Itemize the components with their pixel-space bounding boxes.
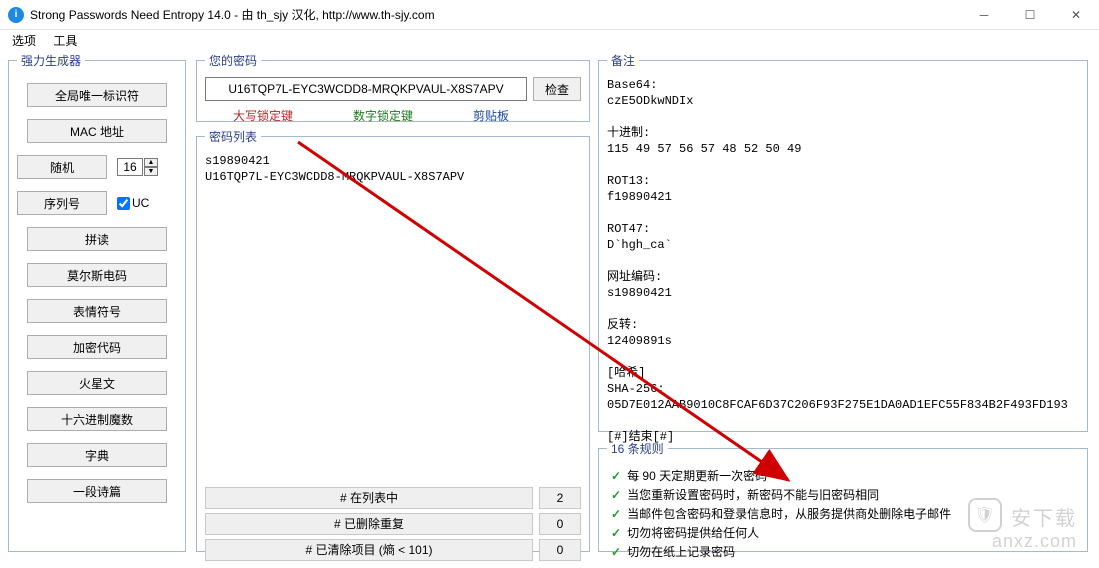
- uc-checkbox[interactable]: UC: [117, 196, 149, 210]
- maximize-button[interactable]: ☐: [1007, 0, 1053, 29]
- password-list-content[interactable]: s19890421 U16TQP7L-EYC3WCDD8-MRQKPVAUL-X…: [205, 153, 581, 483]
- check-icon: ✓: [611, 467, 621, 486]
- notes-content[interactable]: Base64: czE5ODkwNDIx 十进制: 115 49 57 56 5…: [607, 77, 1079, 445]
- password-list-legend: 密码列表: [205, 128, 261, 145]
- length-input[interactable]: [117, 158, 143, 176]
- gen-button-6[interactable]: 表情符号: [27, 299, 167, 323]
- rules-legend: 16 条规则: [607, 440, 668, 457]
- length-spinner[interactable]: ▲▼: [117, 158, 158, 176]
- password-input[interactable]: [205, 77, 527, 101]
- uc-checkbox-input[interactable]: [117, 197, 130, 210]
- stat-label-0: # 在列表中: [205, 487, 533, 509]
- numlock-indicator: 数字锁定键: [353, 107, 413, 124]
- stat-label-1: # 已删除重复: [205, 513, 533, 535]
- menu-options[interactable]: 选项: [12, 34, 36, 48]
- stat-value-0: 2: [539, 487, 581, 509]
- window-controls: ─ ☐ ✕: [961, 0, 1099, 29]
- check-button[interactable]: 检查: [533, 77, 581, 101]
- rule-text-3: 切勿将密码提供给任何人: [627, 524, 759, 543]
- close-button[interactable]: ✕: [1053, 0, 1099, 29]
- menu-bar: 选项 工具: [0, 30, 1099, 53]
- gen-button-4[interactable]: 拼读: [27, 227, 167, 251]
- gen-button-5[interactable]: 莫尔斯电码: [27, 263, 167, 287]
- your-password-panel: 您的密码 检查 大写锁定键 数字锁定键 剪贴板: [196, 52, 590, 122]
- spinner-up-icon[interactable]: ▲: [144, 158, 158, 167]
- your-password-legend: 您的密码: [205, 52, 261, 69]
- check-icon: ✓: [611, 524, 621, 543]
- generator-legend: 强力生成器: [17, 52, 85, 69]
- rule-item-3: ✓ 切勿将密码提供给任何人: [611, 524, 1075, 543]
- spinner-down-icon[interactable]: ▼: [144, 167, 158, 176]
- title-bar: i Strong Passwords Need Entropy 14.0 - 由…: [0, 0, 1099, 30]
- app-icon: i: [8, 7, 24, 23]
- stat-label-2: # 已清除项目 (熵 < 101): [205, 539, 533, 561]
- gen-button-9[interactable]: 十六进制魔数: [27, 407, 167, 431]
- rule-item-4: ✓ 切勿在纸上记录密码: [611, 543, 1075, 562]
- gen-button-0[interactable]: 全局唯一标识符: [27, 83, 167, 107]
- rule-item-2: ✓ 当邮件包含密码和登录信息时，从服务提供商处删除电子邮件: [611, 505, 1075, 524]
- notes-panel: 备注 Base64: czE5ODkwNDIx 十进制: 115 49 57 5…: [598, 52, 1088, 432]
- gen-button-1[interactable]: MAC 地址: [27, 119, 167, 143]
- gen-button-8[interactable]: 火星文: [27, 371, 167, 395]
- window-title: Strong Passwords Need Entropy 14.0 - 由 t…: [30, 6, 435, 23]
- lock-indicators: 大写锁定键 数字锁定键 剪贴板: [205, 107, 581, 124]
- rules-panel: 16 条规则 ✓ 每 90 天定期更新一次密码 ✓ 当您重新设置密码时，新密码不能与旧…: [598, 440, 1088, 552]
- uc-label: UC: [132, 196, 149, 210]
- rule-item-1: ✓ 当您重新设置密码时，新密码不能与旧密码相同: [611, 486, 1075, 505]
- minimize-button[interactable]: ─: [961, 0, 1007, 29]
- gen-random-button[interactable]: 随机: [17, 155, 107, 179]
- clipboard-indicator: 剪贴板: [473, 107, 509, 124]
- stat-value-1: 0: [539, 513, 581, 535]
- check-icon: ✓: [611, 543, 621, 562]
- capslock-indicator: 大写锁定键: [233, 107, 293, 124]
- rules-list: ✓ 每 90 天定期更新一次密码 ✓ 当您重新设置密码时，新密码不能与旧密码相同 ✓ 当邮…: [607, 465, 1079, 564]
- rule-text-0: 每 90 天定期更新一次密码: [627, 467, 767, 486]
- gen-serial-button[interactable]: 序列号: [17, 191, 107, 215]
- rule-item-0: ✓ 每 90 天定期更新一次密码: [611, 467, 1075, 486]
- workspace: 强力生成器 全局唯一标识符 MAC 地址随机 ▲▼ 序列号 UC 拼读莫尔斯电码表情符号加…: [8, 52, 1091, 558]
- rule-text-2: 当邮件包含密码和登录信息时，从服务提供商处删除电子邮件: [627, 505, 951, 524]
- generator-panel: 强力生成器 全局唯一标识符 MAC 地址随机 ▲▼ 序列号 UC 拼读莫尔斯电码表情符号加…: [8, 52, 186, 552]
- rule-text-1: 当您重新设置密码时，新密码不能与旧密码相同: [627, 486, 879, 505]
- gen-button-7[interactable]: 加密代码: [27, 335, 167, 359]
- gen-button-10[interactable]: 字典: [27, 443, 167, 467]
- check-icon: ✓: [611, 505, 621, 524]
- rule-text-4: 切勿在纸上记录密码: [627, 543, 735, 562]
- gen-button-11[interactable]: 一段诗篇: [27, 479, 167, 503]
- check-icon: ✓: [611, 486, 621, 505]
- password-list-panel: 密码列表 s19890421 U16TQP7L-EYC3WCDD8-MRQKPV…: [196, 128, 590, 552]
- stat-value-2: 0: [539, 539, 581, 561]
- notes-legend: 备注: [607, 52, 639, 69]
- menu-tools[interactable]: 工具: [53, 34, 77, 48]
